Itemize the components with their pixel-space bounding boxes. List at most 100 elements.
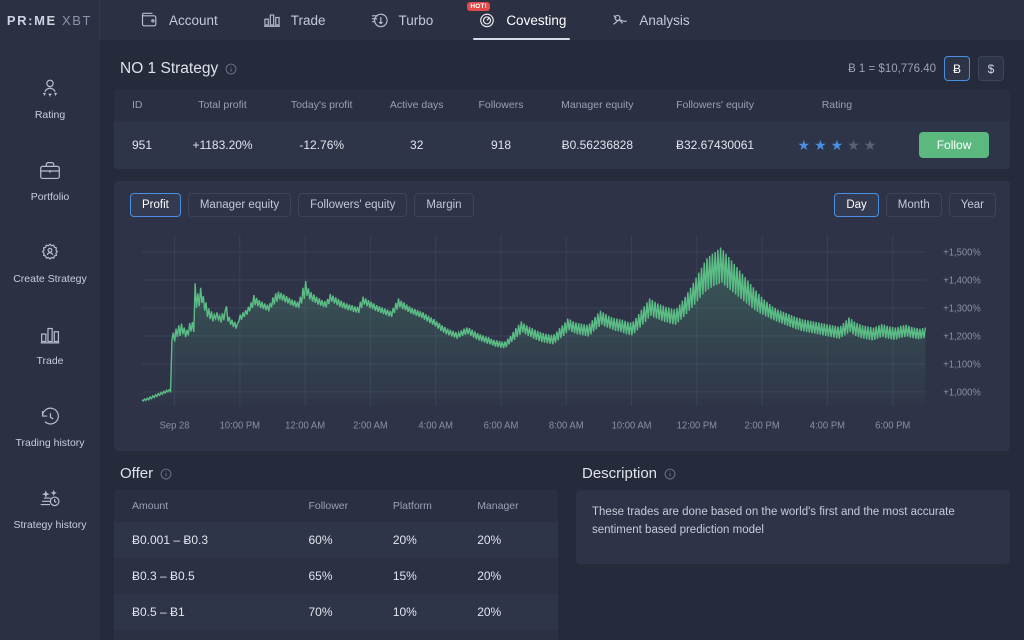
cell-amount: Ƀ0.5 – Ƀ1 (114, 594, 300, 630)
tab-month[interactable]: Month (886, 193, 942, 217)
sidebar-label-portfolio: Portfolio (31, 192, 70, 204)
offer-panel: Offer Amount Follower Platform Manager (114, 465, 558, 640)
cell-action: Follow (898, 121, 1010, 169)
table-row: Ƀ0.5 – Ƀ1 70% 10% 20% (114, 594, 558, 630)
x-axis-tick-label: 12:00 AM (285, 420, 325, 431)
info-icon[interactable] (225, 63, 237, 75)
rating-star[interactable]: ★ (831, 138, 844, 152)
cell-total-profit: +1183.20% (173, 121, 271, 169)
x-axis-tick-label: 10:00 PM (220, 420, 260, 431)
col-id: ID (114, 89, 173, 121)
x-axis-tick-label: 6:00 AM (484, 420, 519, 431)
sidebar-label-trade: Trade (36, 356, 63, 368)
chart-plot-area: +1,000%+1,100%+1,200%+1,300%+1,400%+1,50… (124, 229, 1000, 445)
sidebar-item-create-strategy[interactable]: Create Strategy (0, 222, 100, 304)
info-icon[interactable] (160, 468, 172, 480)
rating-star[interactable]: ★ (798, 138, 811, 152)
main-content: NO 1 Strategy Ƀ 1 = $10,776.40 Ƀ $ ID To… (100, 40, 1024, 640)
x-axis-tick-label: 2:00 AM (353, 420, 388, 431)
y-axis-tick-label: +1,000% (943, 387, 981, 398)
sidebar-item-portfolio[interactable]: Portfolio (0, 140, 100, 222)
sidebar-label-trading-history: Trading history (15, 438, 84, 450)
gear-user-icon (37, 240, 63, 266)
strategy-summary-head: ID Total profit Today's profit Active da… (114, 89, 1010, 121)
sidebar-item-rating[interactable]: Rating (0, 58, 100, 140)
strategy-history-icon (37, 486, 63, 512)
description-title-text: Description (582, 465, 657, 482)
tab-year[interactable]: Year (949, 193, 996, 217)
offer-table: Amount Follower Platform Manager Ƀ0.001 … (114, 490, 558, 640)
col-amount: Amount (114, 490, 300, 522)
x-axis-tick-label: 12:00 PM (677, 420, 717, 431)
tab-followers-equity[interactable]: Followers' equity (298, 193, 407, 217)
analysis-icon (610, 10, 630, 30)
nav-item-covesting[interactable]: HOT! Covesting (455, 0, 588, 40)
chart-controls: Profit Manager equity Followers' equity … (124, 193, 1000, 217)
sidebar: Rating Portfolio Create Strategy (0, 40, 100, 640)
rating-star[interactable]: ★ (847, 138, 860, 152)
cell-amount: Ƀ0.3 – Ƀ0.5 (114, 558, 300, 594)
col-follower: Follower (300, 490, 384, 522)
x-axis-tick-label: 10:00 AM (612, 420, 652, 431)
sidebar-label-rating: Rating (35, 110, 65, 122)
bottom-panels: Offer Amount Follower Platform Manager (114, 465, 1010, 640)
strategy-title-text: NO 1 Strategy (120, 60, 218, 78)
y-axis-tick-label: +1,300% (943, 303, 981, 314)
tab-manager-equity[interactable]: Manager equity (188, 193, 291, 217)
brand-logo[interactable]: PR:ME XBT (0, 0, 100, 40)
profit-area-chart: +1,000%+1,100%+1,200%+1,300%+1,400%+1,50… (124, 229, 1000, 445)
sidebar-item-trade[interactable]: Trade (0, 304, 100, 386)
tab-day[interactable]: Day (834, 193, 878, 217)
briefcase-icon (37, 158, 63, 184)
cell-platform: 10% (385, 594, 469, 630)
covesting-icon (477, 10, 497, 30)
rating-star[interactable]: ★ (864, 138, 877, 152)
offer-table-head: Amount Follower Platform Manager (114, 490, 558, 522)
sidebar-label-strategy-history: Strategy history (14, 520, 87, 532)
nav-item-analysis[interactable]: Analysis (588, 0, 711, 40)
nav-label-turbo: Turbo (399, 13, 434, 28)
x-axis-tick-label: 2:00 PM (745, 420, 780, 431)
cell-manager: 20% (469, 594, 558, 630)
currency-btc-button[interactable]: Ƀ (944, 56, 970, 81)
cell-amount: More than Ƀ1 (114, 630, 300, 640)
rating-star[interactable]: ★ (814, 138, 827, 152)
description-box: These trades are done based on the world… (576, 490, 1010, 564)
follow-button[interactable]: Follow (919, 132, 990, 158)
tab-margin[interactable]: Margin (414, 193, 473, 217)
nav-item-turbo[interactable]: Turbo (348, 0, 456, 40)
table-row: Ƀ0.001 – Ƀ0.3 60% 20% 20% (114, 522, 558, 558)
cell-manager: 20% (469, 522, 558, 558)
y-axis-tick-label: +1,100% (943, 359, 981, 370)
sidebar-item-trading-history[interactable]: Trading history (0, 386, 100, 468)
status-badge[interactable]: ★★★★★ (798, 138, 877, 152)
offer-title-text: Offer (120, 465, 153, 482)
nav-item-account[interactable]: Account (118, 0, 240, 40)
cell-active-days: 32 (372, 121, 462, 169)
info-icon[interactable] (664, 468, 676, 480)
nav-item-trade[interactable]: Trade (240, 0, 348, 40)
chart-metric-tabs: Profit Manager equity Followers' equity … (130, 193, 474, 217)
offer-table-body: Ƀ0.001 – Ƀ0.3 60% 20% 20% Ƀ0.3 – Ƀ0.5 65… (114, 522, 558, 640)
wallet-icon (140, 10, 160, 30)
nav-label-trade: Trade (291, 13, 326, 28)
tab-profit[interactable]: Profit (130, 193, 181, 217)
clock-back-icon (37, 404, 63, 430)
strategy-summary-table: ID Total profit Today's profit Active da… (114, 89, 1010, 169)
currency-usd-button[interactable]: $ (978, 56, 1004, 81)
x-axis-tick-label: 4:00 PM (810, 420, 845, 431)
app-root: PR:ME XBT Account Trade (0, 0, 1024, 640)
strategy-summary-body: 951 +1183.20% -12.76% 32 918 Ƀ0.56236828… (114, 121, 1010, 169)
cell-platform: 5% (385, 630, 469, 640)
sidebar-item-strategy-history[interactable]: Strategy history (0, 468, 100, 550)
currency-switcher: Ƀ 1 = $10,776.40 Ƀ $ (848, 56, 1004, 81)
col-todays-profit: Today's profit (272, 89, 372, 121)
y-axis-tick-label: +1,400% (943, 275, 981, 286)
bars-icon (37, 322, 63, 348)
col-manager: Manager (469, 490, 558, 522)
cell-platform: 15% (385, 558, 469, 594)
cell-id: 951 (114, 121, 173, 169)
x-axis-tick-label: 4:00 AM (418, 420, 453, 431)
nav-label-analysis: Analysis (639, 13, 689, 28)
nav-label-account: Account (169, 13, 218, 28)
